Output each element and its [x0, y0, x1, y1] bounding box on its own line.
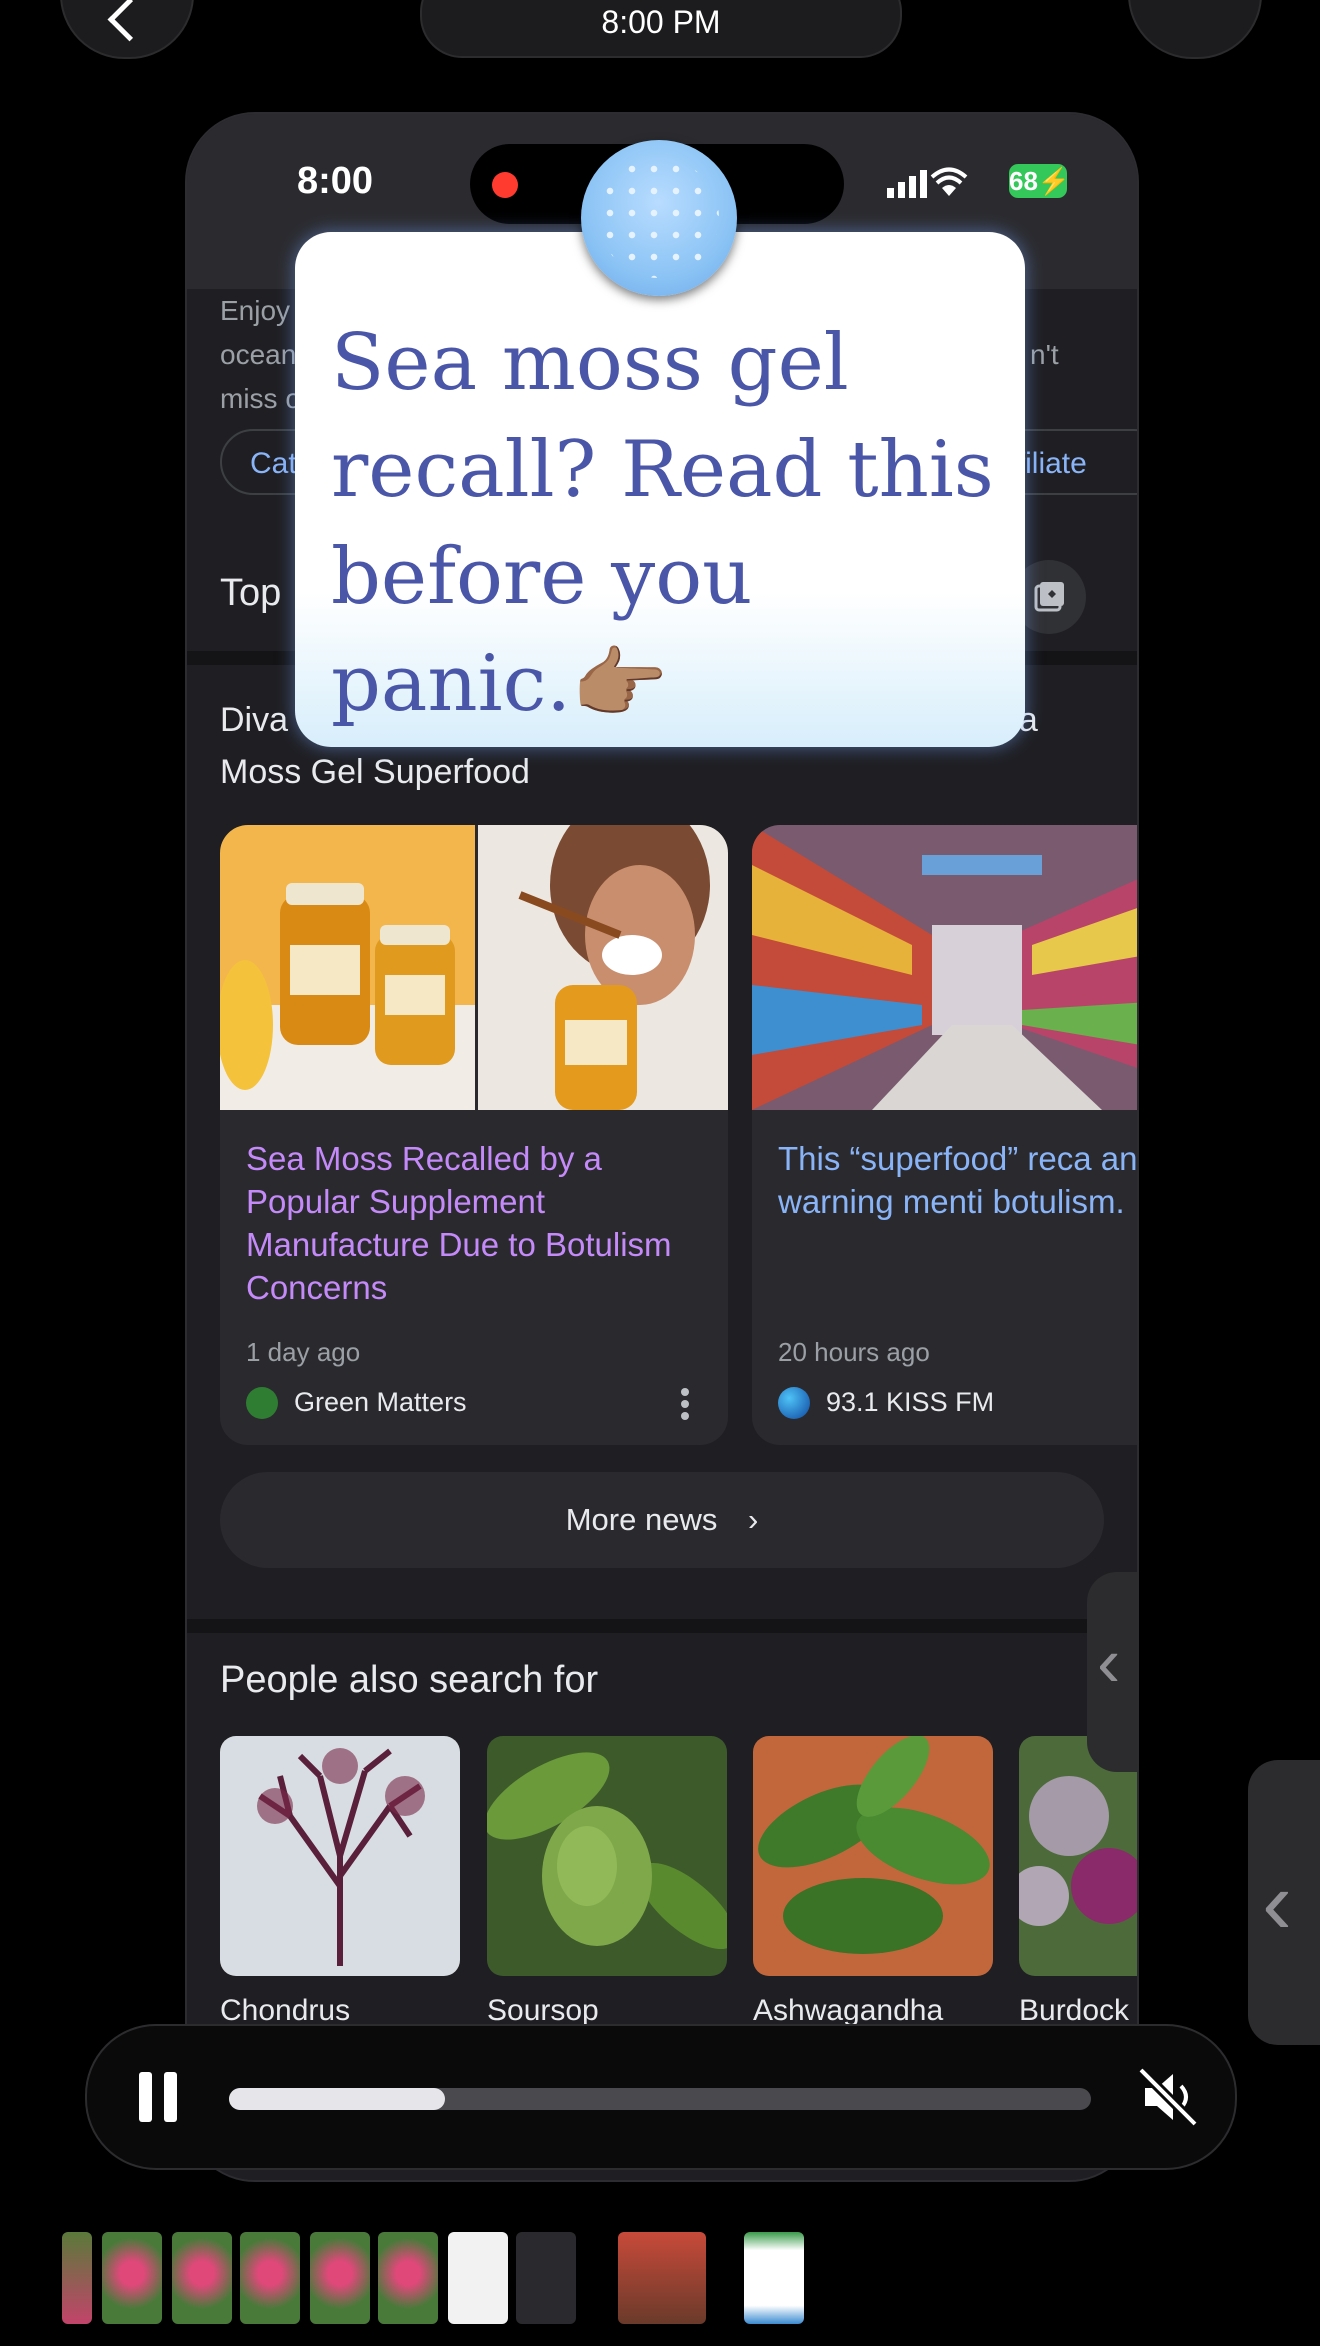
video-player-bar: [85, 2024, 1237, 2170]
pas-item-burdock[interactable]: Burdock: [1019, 1736, 1137, 2028]
intro-line-2-right: n't: [1030, 339, 1059, 370]
news-card-title[interactable]: This “superfood” reca and the warning me…: [778, 1137, 1137, 1223]
burdock-image: [1019, 1736, 1137, 1976]
chevron-left-icon: ‹: [1097, 1623, 1121, 1701]
more-options-icon[interactable]: [679, 1387, 691, 1421]
more-news-label: More news: [565, 1502, 718, 1537]
more-news-button[interactable]: More news ›: [220, 1472, 1104, 1568]
kiss-fm-logo-icon: [778, 1387, 810, 1419]
news-card-source: Green Matters: [294, 1387, 467, 1417]
pause-icon: [139, 2072, 152, 2122]
thumbnail[interactable]: [618, 2232, 706, 2324]
pas-item-chondrus[interactable]: Chondrus: [220, 1736, 460, 2028]
news-card-time: 20 hours ago: [778, 1337, 930, 1367]
chondrus-image: [220, 1736, 460, 1976]
ashwagandha-image: [753, 1736, 993, 1976]
news-image-sea-moss: [220, 825, 728, 1110]
top-clock: 8:00 PM: [420, 0, 902, 58]
section-divider: [187, 1619, 1137, 1633]
progress-track[interactable]: [229, 2088, 1091, 2110]
thumbnail[interactable]: [240, 2232, 300, 2324]
thumbnail[interactable]: [516, 2232, 576, 2324]
muted-speaker-icon[interactable]: [1135, 2064, 1201, 2130]
thumbnail[interactable]: [448, 2232, 508, 2324]
news-card-title[interactable]: Sea Moss Recalled by a Popular Supplemen…: [246, 1137, 716, 1309]
headline-line-2: Moss Gel Superfood: [220, 753, 530, 791]
green-matters-logo-icon: [246, 1387, 278, 1419]
thumbnail[interactable]: [310, 2232, 370, 2324]
soursop-image: [487, 1736, 727, 1976]
pas-item-soursop[interactable]: Soursop: [487, 1736, 727, 2028]
news-image-grocery-aisle: [752, 825, 1137, 1110]
thumbnail[interactable]: [378, 2232, 438, 2324]
pause-button[interactable]: [139, 2072, 179, 2122]
status-time: 8:00: [297, 160, 374, 202]
pin-icon: [581, 140, 737, 296]
outer-side-handle[interactable]: ‹: [1248, 1760, 1320, 2045]
thumbnail[interactable]: [744, 2232, 804, 2324]
top-stories-title: Top: [220, 572, 282, 614]
caption-text: Sea moss gel recall? Read this before yo…: [331, 318, 994, 729]
news-card-time: 1 day ago: [246, 1337, 361, 1367]
news-card[interactable]: Sea Moss Recalled by a Popular Supplemen…: [220, 825, 728, 1445]
pas-label: Ashwagandha: [753, 1994, 944, 2027]
pas-label: Chondrus: [220, 1994, 351, 2027]
caption-card: Sea moss gel recall? Read this before yo…: [295, 232, 1025, 747]
thumbnail[interactable]: [172, 2232, 232, 2324]
headline-left: Diva: [220, 701, 289, 739]
intro-line-2: ocean: [220, 339, 297, 370]
people-also-search-title: People also search for: [220, 1659, 599, 1701]
chevron-left-icon: ‹: [1262, 1853, 1292, 1953]
signal-wifi-icon: [887, 167, 968, 198]
news-card[interactable]: This “superfood” reca and the warning me…: [752, 825, 1137, 1445]
chevron-right-icon: ›: [747, 1502, 759, 1537]
back-arrow-icon: [107, 0, 152, 42]
news-card-source: 93.1 KISS FM: [826, 1387, 995, 1417]
thumbnail[interactable]: [102, 2232, 162, 2324]
progress-fill: [229, 2088, 445, 2110]
pas-label: Burdock: [1019, 1994, 1130, 2027]
inner-side-handle[interactable]: ‹: [1087, 1572, 1137, 1772]
top-right-button[interactable]: [1128, 0, 1262, 59]
battery-level: 68: [1009, 166, 1038, 196]
recording-indicator-icon: [492, 172, 518, 198]
back-button[interactable]: [60, 0, 194, 59]
thumbnail[interactable]: [62, 2232, 92, 2324]
pas-label: Soursop: [487, 1994, 599, 2027]
battery-icon: 68⚡: [1009, 164, 1071, 198]
pas-item-ashwagandha[interactable]: Ashwagandha: [753, 1736, 993, 2028]
